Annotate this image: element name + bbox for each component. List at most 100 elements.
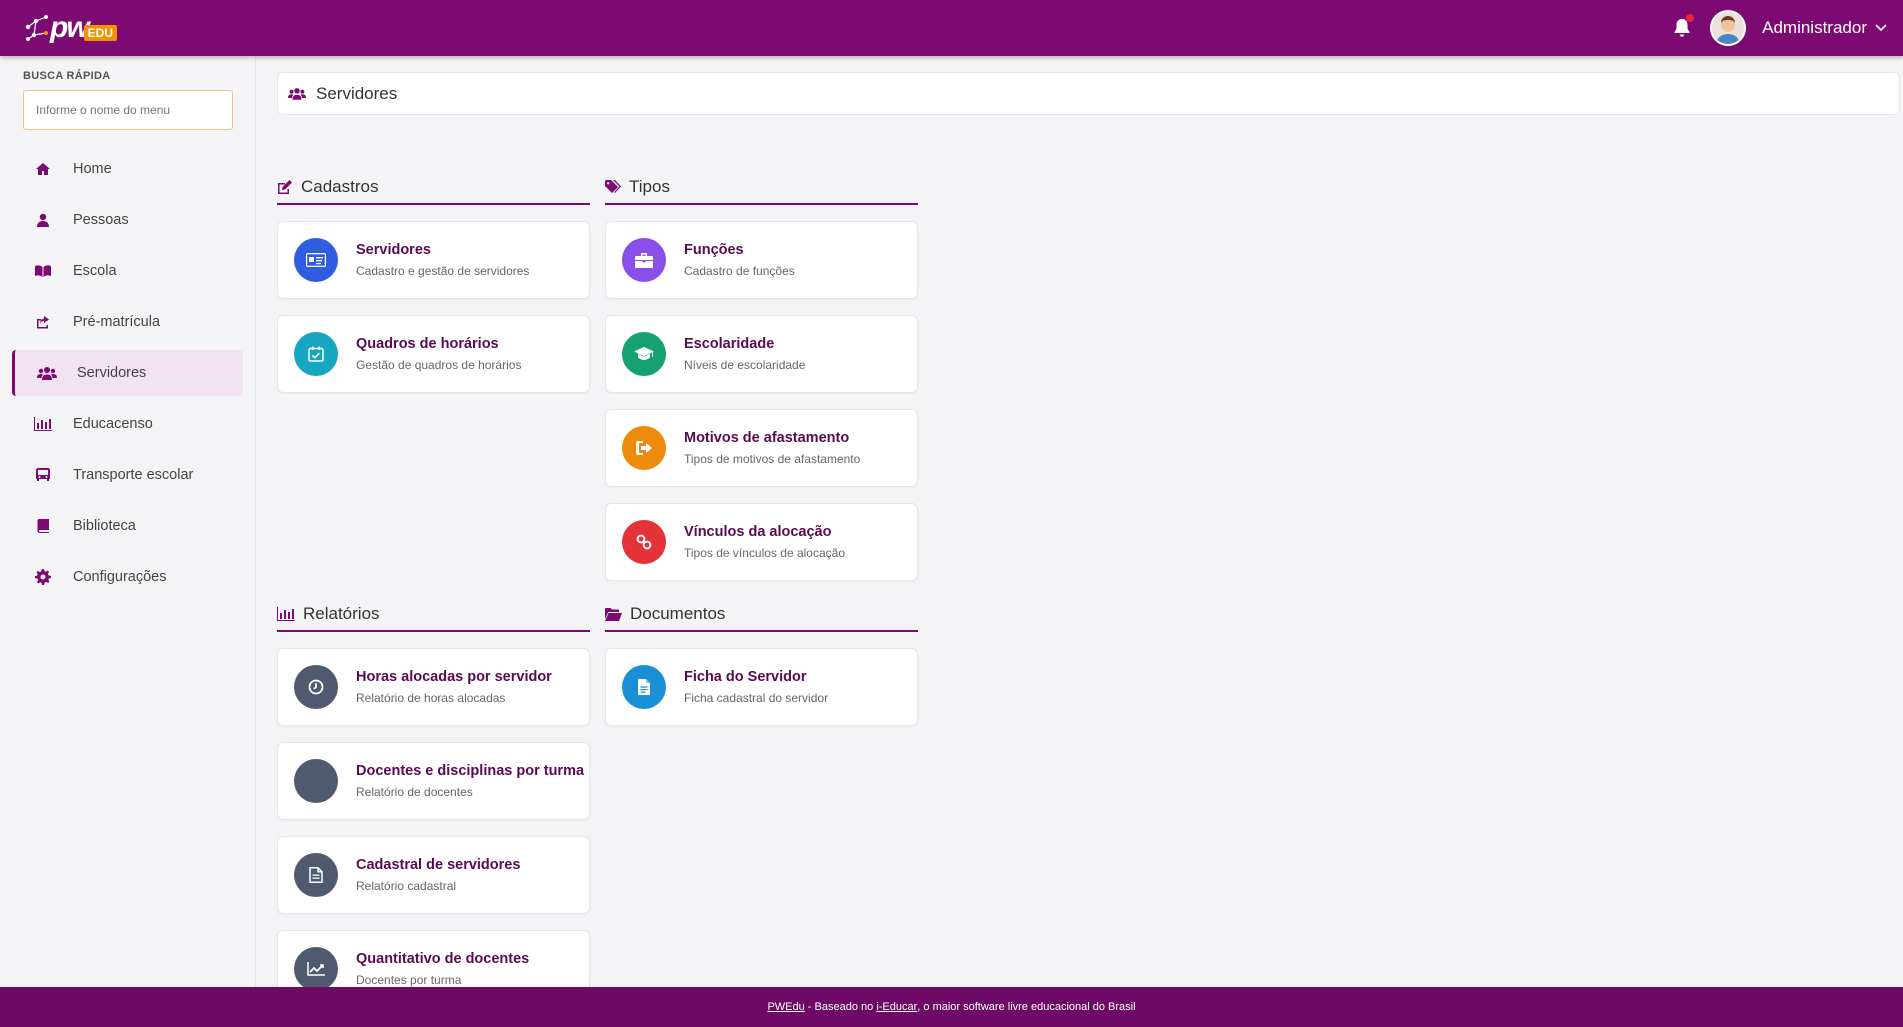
network-nodes-icon <box>25 15 48 41</box>
card-title: Quantitativo de docentes <box>356 951 530 967</box>
card-subtitle: Relatório cadastral <box>356 879 457 893</box>
file-icon <box>622 665 666 709</box>
logo-sub: EDU <box>83 25 118 41</box>
sidebar-item-label: Educacenso <box>73 416 153 432</box>
card-servidores[interactable]: Servidores Cadastro e gestão de servidor… <box>277 221 590 299</box>
home-icon <box>36 163 50 175</box>
bar-chart-icon <box>277 607 295 621</box>
card-quadros-de-horarios[interactable]: Quadros de horários Gestão de quadros de… <box>277 315 590 393</box>
card-subtitle: Tipos de vínculos de alocação <box>684 546 845 560</box>
users-icon <box>288 88 306 100</box>
sidebar-item-label: Pré-matrícula <box>73 314 161 330</box>
sidebar-nav: Home Pessoas Escola Pré-matrícula Servid… <box>12 146 243 600</box>
footer-text: , o maior software livre educacional do … <box>917 1001 1136 1013</box>
card-ficha-do-servidor[interactable]: Ficha do Servidor Ficha cadastral do ser… <box>605 648 918 726</box>
card-subtitle: Relatório de docentes <box>356 785 473 799</box>
card-subtitle: Docentes por turma <box>356 973 462 987</box>
card-title: Motivos de afastamento <box>684 430 850 446</box>
logo[interactable]: pw EDU <box>24 0 118 56</box>
chevron-down-icon <box>1875 24 1887 32</box>
card-title: Vínculos da alocação <box>684 524 832 540</box>
line-chart-icon <box>294 947 338 991</box>
card-subtitle: Níveis de escolaridade <box>684 358 806 372</box>
card-subtitle: Cadastro de funções <box>684 264 795 278</box>
sidebar-item-label: Transporte escolar <box>73 467 194 483</box>
card-title: Escolaridade <box>684 336 775 352</box>
calendar-check-icon <box>294 332 338 376</box>
card-title: Funções <box>684 242 744 258</box>
section-title: Cadastros <box>277 167 590 205</box>
sidebar-item-home[interactable]: Home <box>12 146 243 192</box>
id-card-icon <box>294 238 338 282</box>
file-text-icon <box>294 853 338 897</box>
card-vinculos-da-alocacao[interactable]: Vínculos da alocação Tipos de vínculos d… <box>605 503 918 581</box>
sidebar-item-servidores[interactable]: Servidores <box>12 350 243 396</box>
user-avatar-icon <box>1712 12 1745 44</box>
card-title: Cadastral de servidores <box>356 857 521 873</box>
sidebar-item-label: Configurações <box>73 569 167 585</box>
card-subtitle: Tipos de motivos de afastamento <box>684 452 861 466</box>
section-cadastros: Cadastros Servidores Cadastro e gestão d… <box>277 167 590 393</box>
footer-link-ieducar[interactable]: i-Educar <box>876 1001 917 1013</box>
sidebar-item-pre-matricula[interactable]: Pré-matrícula <box>12 299 243 345</box>
folder-open-icon <box>605 607 622 621</box>
card-funcoes[interactable]: Funções Cadastro de funções <box>605 221 918 299</box>
logo-main: pw <box>50 11 90 44</box>
sign-out-icon <box>622 426 666 470</box>
sidebar-item-label: Home <box>73 161 112 177</box>
section-title: Documentos <box>605 594 918 632</box>
page-title: Servidores <box>316 83 398 103</box>
briefcase-icon <box>622 238 666 282</box>
sidebar-item-escola[interactable]: Escola <box>12 248 243 294</box>
card-subtitle: Ficha cadastral do servidor <box>684 691 829 705</box>
card-horas-alocadas[interactable]: Horas alocadas por servidor Relatório de… <box>277 648 590 726</box>
top-bar: pw EDU Administrador <box>0 0 1903 56</box>
users-icon <box>37 367 57 380</box>
footer-link-pwedu[interactable]: PWEdu <box>767 1001 804 1013</box>
sidebar-item-label: Escola <box>73 263 117 279</box>
bar-chart-icon <box>34 417 52 431</box>
user-name: Administrador <box>1762 18 1867 37</box>
card-escolaridade[interactable]: Escolaridade Níveis de escolaridade <box>605 315 918 393</box>
book-icon <box>37 519 49 533</box>
card-subtitle: Relatório de horas alocadas <box>356 691 506 705</box>
bus-icon <box>36 468 50 481</box>
notifications-button[interactable] <box>1670 14 1695 40</box>
card-title: Quadros de horários <box>356 336 499 352</box>
card-title: Horas alocadas por servidor <box>356 669 552 685</box>
section-documentos: Documentos Ficha do Servidor Ficha cadas… <box>605 594 918 726</box>
avatar[interactable] <box>1710 10 1747 46</box>
card-title: Servidores <box>356 242 431 258</box>
card-title: Ficha do Servidor <box>684 669 807 685</box>
report-icon <box>294 759 338 803</box>
section-relatorios: Relatórios Horas alocadas por servidor R… <box>277 594 590 1008</box>
sidebar-item-biblioteca[interactable]: Biblioteca <box>12 503 243 549</box>
sidebar-item-label: Pessoas <box>73 212 129 228</box>
notification-badge <box>1686 14 1695 22</box>
card-subtitle: Cadastro e gestão de servidores <box>356 264 530 278</box>
share-square-icon <box>37 316 49 329</box>
book-open-icon <box>35 265 51 277</box>
gear-icon <box>35 569 51 585</box>
tags-icon <box>605 180 621 193</box>
main-content: Servidores Cadastros Servidores Cadastro… <box>277 72 1901 1008</box>
sidebar-item-educacenso[interactable]: Educacenso <box>12 401 243 447</box>
edit-icon <box>278 180 292 194</box>
section-title: Tipos <box>605 167 918 205</box>
quick-search-input[interactable] <box>23 90 233 130</box>
footer: PWEdu - Baseado no i-Educar , o maior so… <box>0 987 1903 1027</box>
card-docentes-disciplinas[interactable]: Docentes e disciplinas por turma Relatór… <box>277 742 590 820</box>
sidebar-item-transporte[interactable]: Transporte escolar <box>12 452 243 498</box>
card-motivos-de-afastamento[interactable]: Motivos de afastamento Tipos de motivos … <box>605 409 918 487</box>
card-cadastral-servidores[interactable]: Cadastral de servidores Relatório cadast… <box>277 836 590 914</box>
quick-search-label: BUSCA RÁPIDA <box>23 70 111 82</box>
user-menu[interactable]: Administrador <box>1762 18 1887 38</box>
link-icon <box>622 520 666 564</box>
sidebar-item-pessoas[interactable]: Pessoas <box>12 197 243 243</box>
sidebar-item-configuracoes[interactable]: Configurações <box>12 554 243 600</box>
sidebar: BUSCA RÁPIDA Home Pessoas Escola Pré-mat… <box>0 56 256 987</box>
graduation-cap-icon <box>622 332 666 376</box>
section-title: Relatórios <box>277 594 590 632</box>
user-icon <box>37 213 49 227</box>
clock-icon <box>294 665 338 709</box>
